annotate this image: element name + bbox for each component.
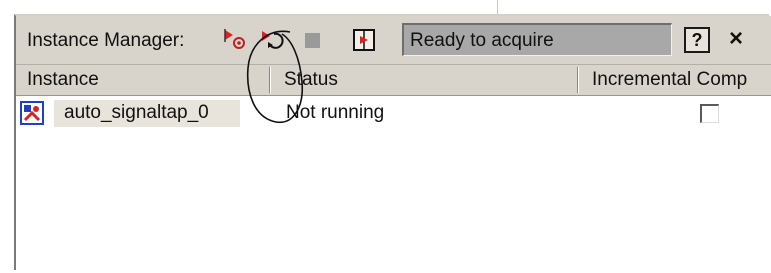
instance-name: auto_signaltap_0 bbox=[64, 102, 209, 123]
instance-manager-label: Instance Manager: bbox=[27, 30, 185, 51]
acquisition-status-text: Ready to acquire bbox=[410, 30, 554, 51]
signaltap-instance-icon bbox=[20, 101, 44, 125]
column-resize-handle[interactable] bbox=[269, 67, 271, 93]
run-analysis-icon[interactable] bbox=[222, 26, 250, 54]
column-header-instance[interactable]: Instance bbox=[27, 65, 267, 95]
window-divider bbox=[497, 0, 498, 14]
column-header-incremental-compilation[interactable]: Incremental Comp bbox=[592, 65, 769, 95]
read-data-icon[interactable] bbox=[350, 26, 378, 54]
acquisition-status-field: Ready to acquire bbox=[402, 23, 672, 56]
table-row[interactable]: auto_signaltap_0 Not running bbox=[16, 97, 771, 129]
incremental-compilation-checkbox[interactable] bbox=[700, 104, 719, 123]
column-header-status[interactable]: Status bbox=[284, 65, 574, 95]
column-resize-handle[interactable] bbox=[577, 67, 579, 93]
close-icon[interactable]: × bbox=[724, 25, 748, 53]
autorun-analysis-icon[interactable] bbox=[260, 26, 288, 54]
instance-name-cell[interactable]: auto_signaltap_0 bbox=[54, 100, 240, 127]
instance-status: Not running bbox=[286, 102, 385, 123]
instance-manager-panel: Instance Manager: Ready to acquire ? × I… bbox=[14, 14, 771, 270]
help-icon[interactable]: ? bbox=[684, 27, 710, 53]
instance-table-header: Instance Status Incremental Comp bbox=[16, 65, 771, 96]
screenshot-frame: Instance Manager: Ready to acquire ? × I… bbox=[0, 0, 771, 273]
instance-manager-toolbar: Instance Manager: Ready to acquire ? × bbox=[16, 16, 771, 65]
stop-analysis-icon[interactable] bbox=[298, 26, 326, 54]
